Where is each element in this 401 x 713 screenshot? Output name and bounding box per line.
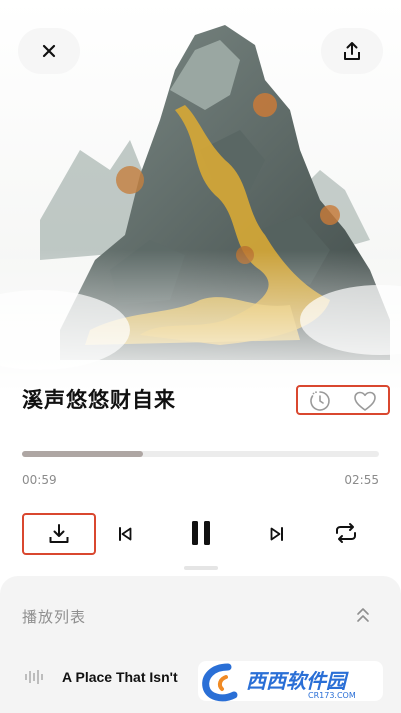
progress-fill (22, 451, 144, 457)
repeat-button[interactable] (329, 517, 363, 549)
download-button[interactable] (30, 516, 88, 552)
repeat-icon (336, 523, 356, 543)
waveform-icon (22, 666, 46, 688)
next-button[interactable] (262, 519, 292, 549)
elapsed-time: 00:59 (22, 473, 57, 487)
total-duration: 02:55 (344, 473, 379, 487)
pause-icon (192, 521, 210, 545)
skip-next-icon (270, 527, 283, 541)
sheet-drag-handle[interactable] (184, 566, 218, 570)
previous-button[interactable] (110, 519, 140, 549)
playlist-item-title[interactable]: A Place That Isn't (62, 669, 178, 685)
track-title: 溪声悠悠财自来 (22, 388, 176, 412)
like-button[interactable] (351, 388, 379, 414)
watermark-logo: 西西软件园 CR173.COM (198, 657, 383, 705)
sleep-timer-button[interactable] (306, 388, 334, 414)
heart-icon (354, 391, 376, 411)
close-button[interactable] (18, 28, 80, 74)
progress-bar[interactable] (22, 451, 379, 457)
download-icon (49, 524, 69, 543)
playlist-collapse-button[interactable] (350, 602, 376, 628)
share-icon (344, 42, 360, 60)
chevron-double-up-icon (357, 608, 369, 622)
watermark-subtext: CR173.COM (308, 691, 356, 700)
play-pause-button[interactable] (184, 513, 218, 553)
close-icon (42, 44, 56, 58)
watermark-text: 西西软件园 (246, 669, 349, 693)
sleep-timer-icon (310, 391, 330, 411)
share-button[interactable] (321, 28, 383, 74)
playlist-title: 播放列表 (22, 608, 87, 626)
skip-previous-icon (119, 527, 132, 541)
